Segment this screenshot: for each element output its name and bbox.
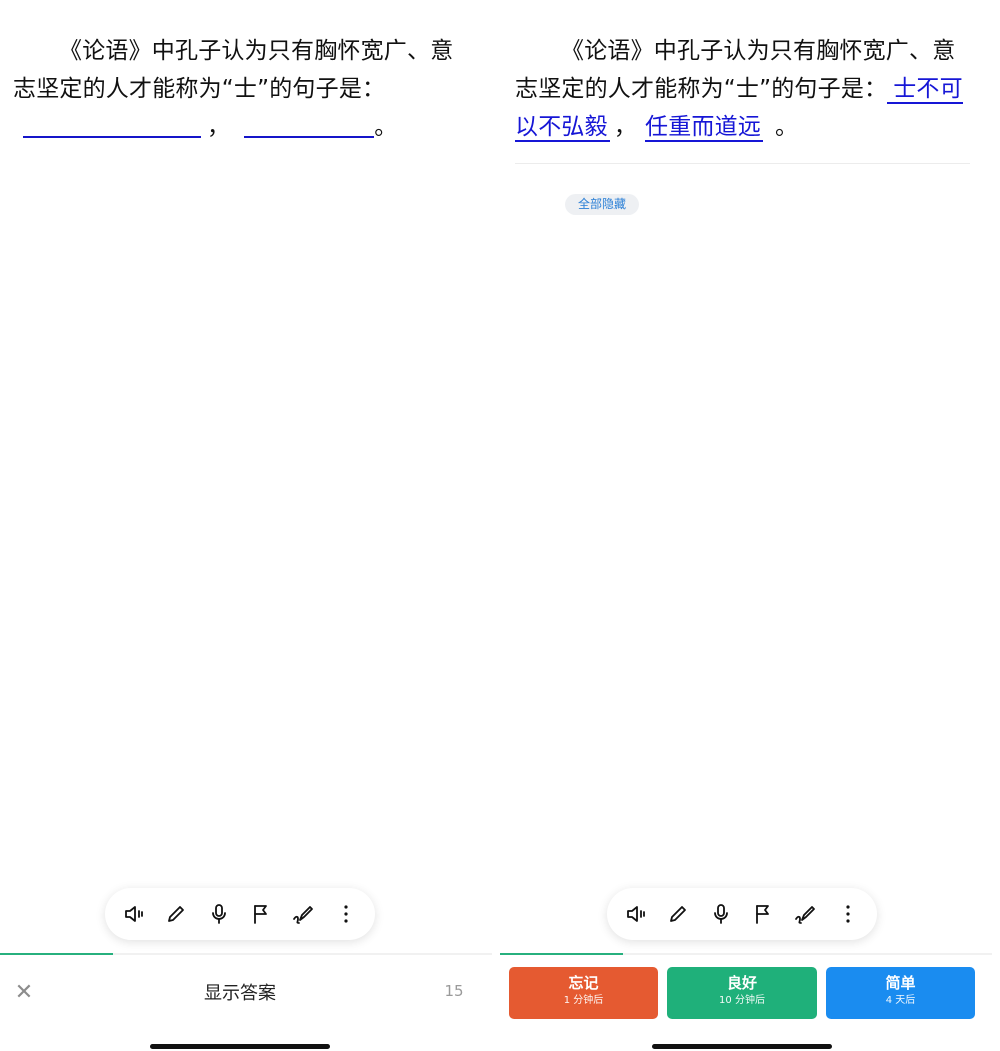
answer-divider — [515, 163, 970, 164]
progress-fill — [500, 953, 623, 955]
rate-good-interval: 10 分钟后 — [719, 995, 765, 1006]
question-text: 《论语》中孔子认为只有胸怀宽广、意志坚定的人才能称为“士”的句子是： ， 。 — [13, 32, 463, 146]
bottom-bar: ✕ 显示答案 15 — [0, 956, 492, 1032]
period: 。 — [374, 114, 398, 140]
flag-icon[interactable] — [246, 899, 276, 929]
period: 。 — [775, 114, 799, 140]
rate-forgot-button[interactable]: 忘记 1 分钟后 — [509, 967, 658, 1019]
answer-pane: 《论语》中孔子认为只有胸怀宽广、意志坚定的人才能称为“士”的句子是： 士不可以不弘… — [500, 0, 992, 1051]
speaker-icon[interactable] — [621, 899, 651, 929]
home-indicator — [150, 1044, 330, 1049]
blank-2 — [244, 108, 375, 138]
microphone-icon[interactable] — [204, 899, 234, 929]
rate-easy-button[interactable]: 简单 4 天后 — [826, 967, 975, 1019]
home-indicator — [652, 1044, 832, 1049]
comma: ， — [207, 114, 231, 140]
question-pane: 《论语》中孔子认为只有胸怀宽广、意志坚定的人才能称为“士”的句子是： ， 。 ✕ 显… — [0, 0, 492, 1051]
rate-good-label: 良好 — [726, 974, 757, 992]
rate-forgot-label: 忘记 — [568, 974, 599, 992]
pencil-icon[interactable] — [161, 899, 191, 929]
brush-icon[interactable] — [288, 899, 318, 929]
progress-fill — [0, 953, 114, 955]
microphone-icon[interactable] — [706, 899, 736, 929]
brush-icon[interactable] — [790, 899, 820, 929]
rate-good-button[interactable]: 良好 10 分钟后 — [667, 967, 817, 1019]
question-with-answer: 《论语》中孔子认为只有胸怀宽广、意志坚定的人才能称为“士”的句子是： 士不可以不弘… — [515, 32, 970, 146]
progress-bar — [500, 953, 992, 955]
close-icon[interactable]: ✕ — [12, 980, 36, 1005]
flag-icon[interactable] — [748, 899, 778, 929]
speaker-icon[interactable] — [119, 899, 149, 929]
hide-all-button[interactable]: 全部隐藏 — [565, 194, 640, 215]
floating-toolbar — [105, 888, 375, 940]
blank-1-continued — [101, 108, 201, 138]
floating-toolbar — [607, 888, 877, 940]
blank-1 — [23, 108, 101, 138]
progress-bar — [0, 953, 492, 955]
question-stem: 《论语》中孔子认为只有胸怀宽广、意志坚定的人才能称为“士”的句子是： — [13, 38, 454, 102]
comma: ， — [613, 114, 638, 140]
rate-easy-interval: 4 天后 — [885, 995, 916, 1006]
more-icon[interactable] — [833, 899, 863, 929]
answer-2: 任重而道远 — [645, 114, 764, 142]
rate-easy-label: 简单 — [885, 974, 916, 992]
show-answer-button[interactable]: 显示答案 — [150, 978, 330, 1010]
more-icon[interactable] — [331, 899, 361, 929]
rate-forgot-interval: 1 分钟后 — [563, 995, 604, 1006]
pencil-icon[interactable] — [663, 899, 693, 929]
pane-divider — [492, 0, 500, 1051]
remaining-count: 15 — [444, 982, 464, 1000]
